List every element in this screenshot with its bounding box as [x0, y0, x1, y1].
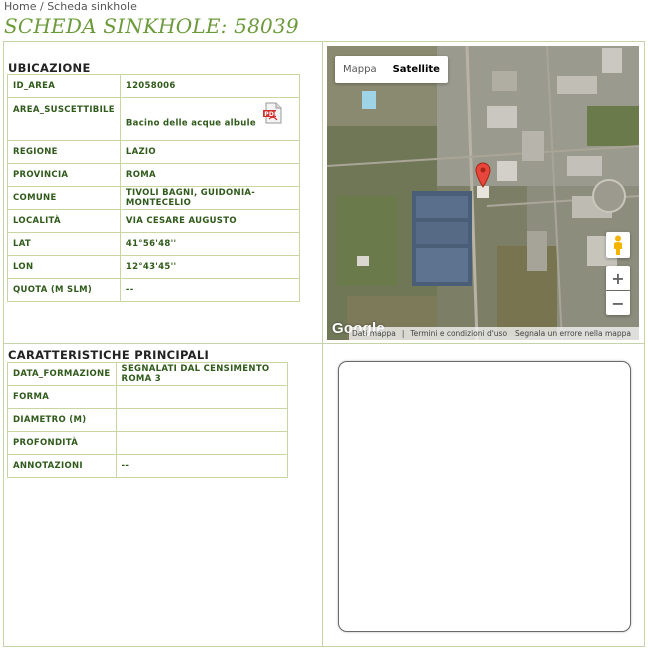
table-key: LAT: [7, 232, 121, 256]
table-row: LAT 41°56'48'': [7, 232, 301, 256]
ubicazione-table: ID_AREA 12058006 AREA_SUSCETTIBILE Bacin…: [7, 74, 301, 302]
table-value: --: [115, 454, 289, 478]
table-row: LON 12°43'45'': [7, 255, 301, 279]
ubicazione-title: UBICAZIONE: [8, 61, 91, 75]
caratteristiche-title: CARATTERISTICHE PRINCIPALI: [8, 348, 210, 362]
table-key: DIAMETRO (M): [7, 408, 117, 432]
vertical-divider: [322, 41, 323, 647]
table-value: --: [119, 278, 301, 302]
map-marker-pin-icon[interactable]: [475, 162, 491, 188]
table-row: PROFONDITÀ: [7, 431, 289, 455]
table-value: ROMA: [119, 163, 301, 187]
photo-frame: [338, 361, 631, 632]
table-key: PROFONDITÀ: [7, 431, 117, 455]
satellite-imagery: [327, 46, 639, 340]
table-key: FORMA: [7, 385, 117, 409]
zoom-out-button[interactable]: −: [606, 291, 630, 315]
caratteristiche-table: DATA_FORMAZIONE SEGNALATI DAL CENSIMENTO…: [7, 362, 289, 478]
table-value: Bacino delle acque albule PDF: [119, 97, 301, 141]
table-row: PROVINCIA ROMA: [7, 163, 301, 187]
breadcrumb: Home / Scheda sinkhole: [4, 0, 137, 14]
table-key: REGIONE: [7, 140, 121, 164]
table-row: ID_AREA 12058006: [7, 74, 301, 98]
area-suscettibile-value: Bacino delle acque albule: [125, 118, 256, 129]
table-row: DATA_FORMAZIONE SEGNALATI DAL CENSIMENTO…: [7, 362, 289, 386]
table-row: AREA_SUSCETTIBILE Bacino delle acque alb…: [7, 97, 301, 141]
table-key: ANNOTAZIONI: [7, 454, 117, 478]
table-key: PROVINCIA: [7, 163, 121, 187]
table-row: COMUNE TIVOLI BAGNI, GUIDONIA-MONTECELIO: [7, 186, 301, 210]
table-row: ANNOTAZIONI --: [7, 454, 289, 478]
table-key: QUOTA (M SLM): [7, 278, 121, 302]
breadcrumb-home-link[interactable]: Home: [4, 0, 36, 13]
table-row: QUOTA (M SLM) --: [7, 278, 301, 302]
map-terms-link[interactable]: Termini e condizioni d'uso: [410, 329, 507, 338]
street-view-pegman-icon[interactable]: [606, 232, 630, 258]
map-tab-mappa[interactable]: Mappa: [335, 56, 385, 83]
table-value: [115, 408, 289, 432]
table-row: DIAMETRO (M): [7, 408, 289, 432]
table-value: SEGNALATI DAL CENSIMENTO ROMA 3: [115, 362, 289, 386]
map-tab-satellite[interactable]: Satellite: [385, 56, 448, 83]
table-key: ID_AREA: [7, 74, 121, 98]
table-row: LOCALITÀ VIA CESARE AUGUSTO: [7, 209, 301, 233]
table-value: [115, 385, 289, 409]
breadcrumb-current: Scheda sinkhole: [47, 0, 137, 13]
footer-separator: |: [401, 329, 405, 338]
table-value: 12°43'45'': [119, 255, 301, 279]
table-key: LOCALITÀ: [7, 209, 121, 233]
table-key: COMUNE: [7, 186, 121, 210]
table-key: LON: [7, 255, 121, 279]
map-type-control: Mappa Satellite: [335, 56, 448, 83]
breadcrumb-separator: /: [36, 0, 48, 13]
table-value: [115, 431, 289, 455]
pdf-file-icon[interactable]: PDF: [263, 102, 283, 124]
table-value: VIA CESARE AUGUSTO: [119, 209, 301, 233]
table-value: LAZIO: [119, 140, 301, 164]
table-row: REGIONE LAZIO: [7, 140, 301, 164]
table-row: FORMA: [7, 385, 289, 409]
map-data-label: Dati mappa: [352, 329, 396, 338]
map-report-link[interactable]: Segnala un errore nella mappa: [515, 329, 631, 338]
table-value: 12058006: [119, 74, 301, 98]
map-footer: Dati mappa | Termini e condizioni d'uso …: [349, 327, 639, 340]
satellite-map[interactable]: Mappa Satellite + − Google Dati mappa | …: [327, 46, 639, 340]
table-value: TIVOLI BAGNI, GUIDONIA-MONTECELIO: [119, 186, 301, 210]
table-key: AREA_SUSCETTIBILE: [7, 97, 121, 141]
zoom-in-button[interactable]: +: [606, 266, 630, 290]
page-title: SCHEDA SINKHOLE: 58039: [4, 14, 299, 38]
table-value: 41°56'48'': [119, 232, 301, 256]
table-key: DATA_FORMAZIONE: [7, 362, 117, 386]
horizontal-divider: [3, 343, 645, 344]
